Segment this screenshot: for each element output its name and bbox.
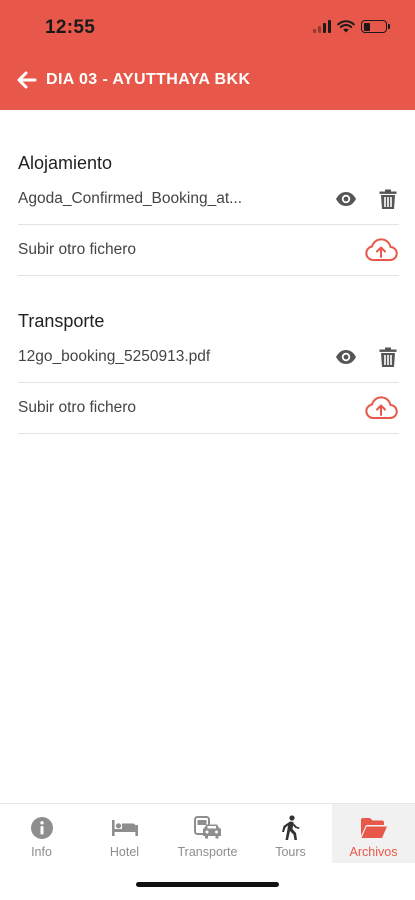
back-button[interactable]: [12, 65, 42, 95]
upload-row[interactable]: Subir otro fichero: [18, 383, 399, 434]
app-header: 12:55 DIA 03 - AYUTTHAYA BKK: [0, 0, 415, 110]
upload-button[interactable]: [363, 394, 399, 422]
bottom-tab-bar: Info Hotel Transporte Tours Archivos: [0, 803, 415, 863]
section-title-transporte: Transporte: [18, 311, 105, 331]
tab-hotel[interactable]: Hotel: [83, 804, 166, 863]
file-name[interactable]: Agoda_Confirmed_Booking_at...: [18, 190, 335, 208]
tab-label: Archivos: [349, 845, 398, 859]
tab-label: Tours: [275, 845, 306, 859]
status-time: 12:55: [45, 17, 96, 38]
status-bar: 12:55: [0, 0, 415, 56]
tab-tours[interactable]: Tours: [249, 804, 332, 863]
bed-icon: [111, 820, 138, 836]
file-row: Agoda_Confirmed_Booking_at...: [18, 174, 399, 225]
upload-label: Subir otro fichero: [18, 399, 137, 416]
walking-person-icon: [281, 815, 299, 840]
section-title-alojamiento: Alojamiento: [18, 153, 113, 173]
upload-button[interactable]: [363, 236, 399, 264]
file-name[interactable]: 12go_booking_5250913.pdf: [18, 348, 335, 366]
title-bar: DIA 03 - AYUTTHAYA BKK: [0, 62, 415, 98]
trash-icon: [379, 189, 397, 209]
info-icon: [30, 817, 53, 839]
view-file-button[interactable]: [335, 346, 357, 368]
tab-label: Info: [31, 845, 52, 859]
home-indicator: [136, 882, 279, 887]
cloud-upload-icon: [365, 396, 398, 420]
upload-row[interactable]: Subir otro fichero: [18, 225, 399, 276]
tab-info[interactable]: Info: [0, 804, 83, 863]
delete-file-button[interactable]: [377, 188, 399, 210]
upload-label: Subir otro fichero: [18, 241, 137, 258]
wifi-icon: [337, 20, 355, 33]
tab-archivos[interactable]: Archivos: [332, 804, 415, 863]
eye-icon: [336, 192, 356, 206]
battery-icon: [361, 20, 390, 33]
arrow-left-icon: [17, 71, 37, 89]
delete-file-button[interactable]: [377, 346, 399, 368]
file-row: 12go_booking_5250913.pdf: [18, 332, 399, 383]
trash-icon: [379, 347, 397, 367]
eye-icon: [336, 350, 356, 364]
page-title: DIA 03 - AYUTTHAYA BKK: [46, 71, 251, 88]
status-icons: [313, 20, 390, 33]
cloud-upload-icon: [365, 238, 398, 262]
cellular-signal-icon: [313, 20, 331, 33]
files-content: Alojamiento Agoda_Confirmed_Booking_at..…: [18, 110, 399, 434]
bus-car-icon: [193, 816, 221, 839]
tab-label: Transporte: [177, 845, 238, 859]
view-file-button[interactable]: [335, 188, 357, 210]
folder-open-icon: [360, 818, 387, 838]
tab-label: Hotel: [109, 845, 140, 859]
tab-transporte[interactable]: Transporte: [166, 804, 249, 863]
